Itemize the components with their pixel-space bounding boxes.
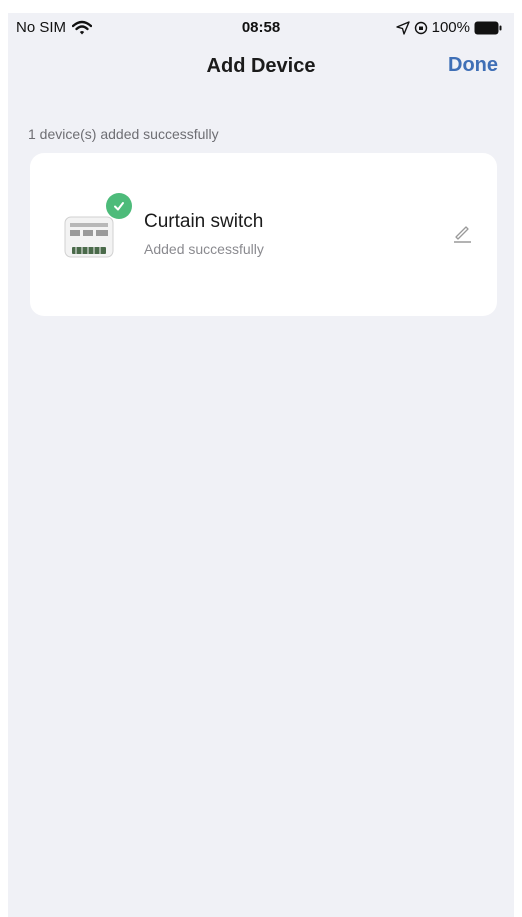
device-name: Curtain switch: [144, 211, 264, 232]
success-badge: [106, 193, 132, 219]
battery-icon: [474, 21, 502, 34]
added-summary-text: 1 device(s) added successfully: [28, 126, 219, 142]
location-arrow-icon: [395, 20, 410, 35]
status-right: 100%: [395, 19, 502, 36]
navigation-bar: Add Device Done: [8, 43, 514, 91]
edit-pencil-icon[interactable]: [451, 222, 473, 244]
device-card[interactable]: Curtain switch Added successfully: [30, 153, 497, 316]
app-screen: No SIM 08:58 100% Add Device Done 1 devi…: [8, 13, 514, 917]
check-icon: [114, 202, 124, 211]
done-button[interactable]: Done: [448, 54, 498, 77]
status-bar: No SIM 08:58 100%: [8, 13, 514, 43]
battery-percent: 100%: [431, 19, 470, 36]
page-title: Add Device: [206, 55, 316, 77]
device-thumbnail: [64, 216, 114, 258]
orientation-lock-icon: [414, 21, 427, 34]
device-status: Added successfully: [144, 241, 264, 257]
